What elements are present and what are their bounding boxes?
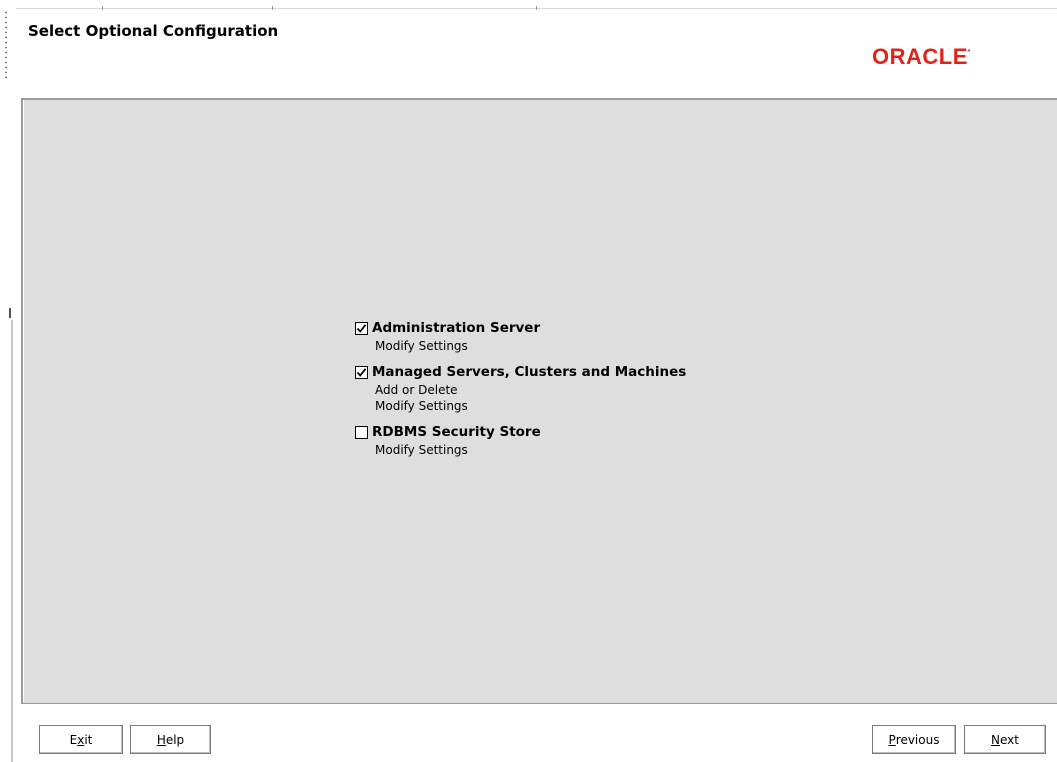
next-label-end: ext [1000, 732, 1019, 747]
help-button[interactable]: Help [130, 725, 211, 754]
option-rdbms-security-store: RDBMS Security Store Modify Settings [355, 422, 686, 458]
exit-label-end: it [84, 732, 93, 747]
option-administration-server: Administration Server Modify Settings [355, 318, 686, 354]
edge-bar [11, 320, 13, 762]
oracle-logo: ORACLE• [872, 44, 971, 70]
logo-text: ORACLE [872, 44, 968, 69]
option-sub-item: Modify Settings [375, 339, 468, 353]
option-sub-item: Modify Settings [375, 443, 468, 457]
previous-label-end: revious [895, 732, 940, 747]
next-button[interactable]: Next [964, 725, 1046, 754]
managed-servers-label[interactable]: Managed Servers, Clusters and Machines [372, 364, 686, 380]
page-title: Select Optional Configuration [28, 22, 279, 40]
checkmark-icon [356, 367, 367, 377]
managed-servers-checkbox[interactable] [355, 365, 368, 379]
next-mnemonic: N [991, 732, 1000, 747]
help-mnemonic: H [156, 732, 166, 747]
previous-button[interactable]: Previous [872, 725, 956, 754]
administration-server-checkbox[interactable] [355, 321, 368, 335]
options-list: Administration Server Modify Settings Ma… [355, 318, 686, 458]
top-ruler [16, 6, 1057, 10]
content-edge [23, 100, 24, 702]
rdbms-security-store-label[interactable]: RDBMS Security Store [372, 424, 541, 440]
edge-tick [9, 308, 11, 318]
option-sub-item: Add or Delete [375, 383, 458, 397]
checkmark-icon [356, 323, 367, 333]
previous-mnemonic: P [888, 732, 896, 747]
option-managed-servers: Managed Servers, Clusters and Machines A… [355, 362, 686, 414]
help-label-end: elp [165, 732, 185, 747]
exit-button[interactable]: Ex it [39, 725, 123, 754]
exit-mnemonic: x [77, 732, 85, 747]
exit-label-start: E [69, 732, 78, 747]
option-sub-item: Modify Settings [375, 399, 468, 413]
administration-server-label[interactable]: Administration Server [372, 320, 540, 336]
resize-grip[interactable] [3, 10, 9, 80]
rdbms-security-store-checkbox[interactable] [355, 425, 368, 439]
trademark-mark: • [967, 48, 971, 55]
